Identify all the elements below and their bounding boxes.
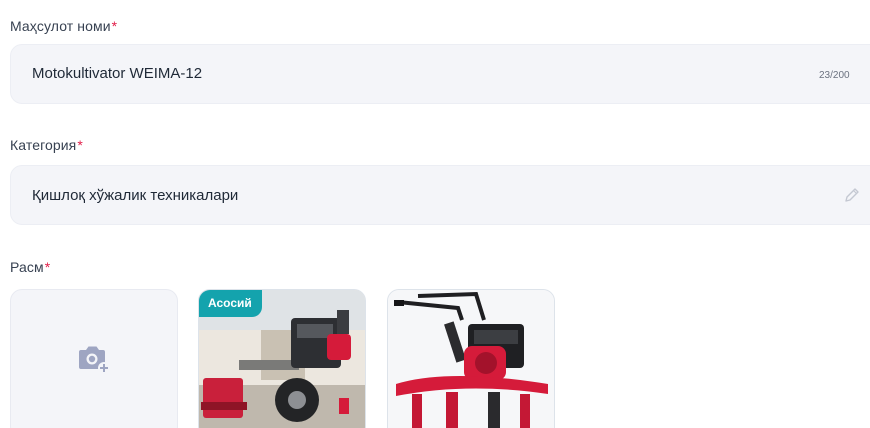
category-label-text: Категория: [10, 137, 77, 153]
product-image[interactable]: [387, 289, 555, 428]
upload-image-button[interactable]: [10, 289, 178, 428]
char-counter: 23/200: [819, 70, 850, 81]
product-name-label-text: Маҳсулот номи: [10, 18, 111, 34]
camera-add-icon: [79, 346, 110, 374]
images-label-text: Расм: [10, 259, 44, 275]
category-select[interactable]: Қишлоқ хўжалик техникалари: [10, 165, 870, 225]
product-name-label: Маҳсулот номи*: [10, 18, 117, 34]
category-label: Категория*: [10, 137, 83, 153]
images-label: Расм*: [10, 259, 50, 275]
product-image-main[interactable]: Асосий: [198, 289, 366, 428]
pencil-icon[interactable]: [843, 186, 861, 204]
main-image-badge: Асосий: [199, 290, 262, 317]
required-mark: *: [111, 18, 118, 34]
category-value: Қишлоқ хўжалик техникалари: [32, 187, 239, 204]
product-name-value: Motokultivator WEIMA-12: [32, 65, 203, 82]
motocultivator-photo: [388, 290, 554, 428]
product-name-input[interactable]: Motokultivator WEIMA-12 23/200: [10, 44, 870, 104]
required-mark: *: [77, 137, 83, 153]
required-mark: *: [44, 259, 51, 275]
